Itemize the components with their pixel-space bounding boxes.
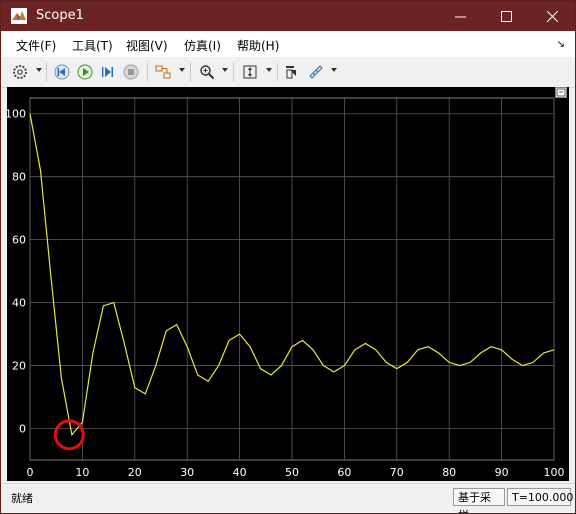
matlab-logo-icon [11, 8, 27, 24]
step-back-icon[interactable] [52, 62, 72, 82]
x-tick-label: 10 [75, 466, 89, 479]
y-tick-label: 100 [7, 108, 26, 121]
menu-tools[interactable]: 工具(T) [72, 37, 113, 54]
autoscale-dropdown-icon[interactable] [266, 68, 272, 72]
menu-help[interactable]: 帮助(H) [237, 37, 279, 54]
menu-view[interactable]: 视图(V) [126, 37, 168, 54]
scope-display[interactable]: 0 10 20 30 40 50 60 70 80 90 100 0 20 40 60 80 100 [5, 87, 569, 481]
menu-file[interactable]: 文件(F) [16, 37, 56, 54]
settings-icon[interactable] [10, 62, 30, 82]
toolbar-separator [190, 63, 191, 81]
status-text: 就绪 [11, 492, 33, 505]
signal-select-icon[interactable] [153, 62, 173, 82]
toolbar-separator [147, 63, 148, 81]
y-tick-label: 40 [12, 297, 26, 310]
status-bar: 就绪 基于采样 T=100.000 [1, 483, 575, 513]
x-tick-label: 90 [495, 466, 509, 479]
y-tick-label: 20 [12, 360, 26, 373]
x-tick-label: 60 [337, 466, 351, 479]
x-tick-label: 0 [27, 466, 34, 479]
menu-bar: 文件(F) 工具(T) 视图(V) 仿真(I) 帮助(H) ↘ [1, 31, 575, 57]
simulation-time-readout: T=100.000 [507, 488, 573, 506]
toolbar-separator [277, 63, 278, 81]
x-tick-label: 100 [544, 466, 565, 479]
maximize-icon [500, 10, 512, 22]
run-icon[interactable] [75, 62, 95, 82]
x-tick-label: 40 [233, 466, 247, 479]
x-tick-label: 30 [180, 466, 194, 479]
scope-window: Scope1 文件(F) 工具(T) 视图(V) 仿真(I) 帮助(H) ↘ 0… [0, 0, 576, 514]
minimize-button[interactable] [437, 1, 483, 31]
x-tick-label: 80 [442, 466, 456, 479]
step-forward-icon[interactable] [98, 62, 118, 82]
y-tick-label: 60 [12, 234, 26, 247]
highlight-block-icon[interactable] [282, 62, 302, 82]
stop-icon[interactable] [121, 62, 141, 82]
close-button[interactable] [529, 1, 575, 31]
minimize-icon [454, 16, 466, 17]
menu-simulation[interactable]: 仿真(I) [184, 37, 221, 54]
x-tick-label: 50 [285, 466, 299, 479]
sample-mode-badge: 基于采样 [453, 488, 505, 513]
title-bar[interactable]: Scope1 [1, 1, 575, 31]
y-tick-label: 0 [19, 423, 26, 436]
maximize-button[interactable] [483, 1, 529, 31]
window-title: Scope1 [36, 8, 84, 23]
x-tick-label: 70 [390, 466, 404, 479]
measurement-icon[interactable] [306, 62, 326, 82]
autoscale-icon[interactable] [240, 62, 260, 82]
toolbar [1, 57, 575, 88]
close-icon [546, 10, 558, 22]
x-tick-label: 20 [128, 466, 142, 479]
toolbar-separator [46, 63, 47, 81]
plot-canvas[interactable]: 0 10 20 30 40 50 60 70 80 90 100 0 20 40 60 80 100 [5, 87, 569, 481]
zoom-icon[interactable] [197, 62, 217, 82]
zoom-dropdown-icon[interactable] [222, 68, 228, 72]
dock-arrow-icon[interactable]: ↘ [557, 39, 565, 50]
y-tick-label: 80 [12, 171, 26, 184]
toolbar-separator [233, 63, 234, 81]
measurement-dropdown-icon[interactable] [331, 68, 337, 72]
restore-view-icon[interactable] [555, 87, 567, 98]
settings-dropdown-icon[interactable] [36, 68, 42, 72]
signal-dropdown-icon[interactable] [179, 68, 185, 72]
